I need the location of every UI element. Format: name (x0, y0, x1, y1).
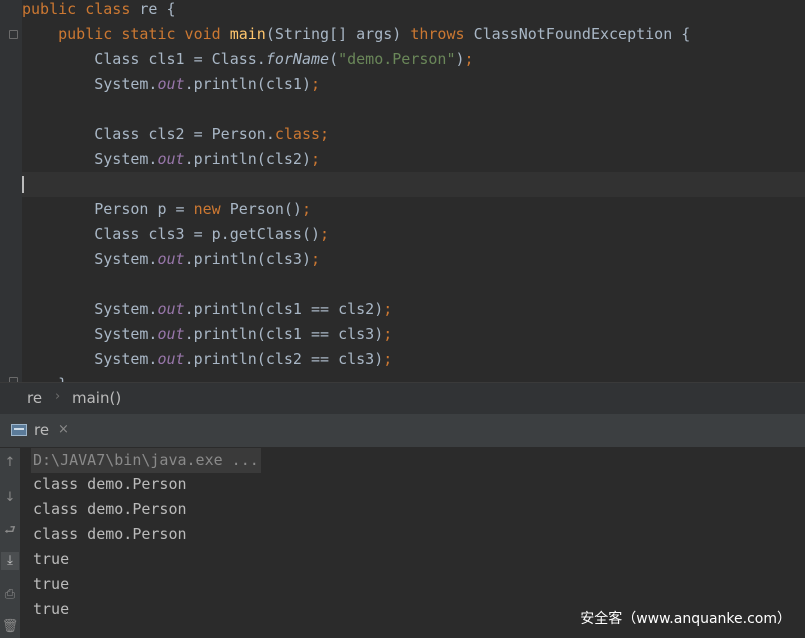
code-token: ; (383, 325, 393, 343)
code-token: } (22, 375, 67, 382)
run-panel-header: re × (0, 414, 805, 448)
code-token: out (157, 300, 185, 318)
code-line[interactable]: Class cls1 = Class.forName("demo.Person"… (22, 47, 474, 72)
code-line[interactable]: Class cls3 = p.getClass(); (22, 222, 329, 247)
console-command-line: D:\JAVA7\bin\java.exe ... (31, 448, 261, 473)
console-output-line: class demo.Person (33, 525, 187, 543)
code-token: System. (22, 150, 158, 168)
code-token: Person() (229, 200, 302, 218)
code-token: .println(cls2 == cls3) (184, 350, 384, 368)
code-token: main (229, 25, 266, 43)
code-token: ) (455, 50, 465, 68)
editor-gutter (0, 0, 22, 382)
code-line[interactable]: System.out.println(cls2); (22, 147, 320, 172)
run-tab-re[interactable]: re (34, 421, 49, 439)
rerun-up-icon[interactable]: ↑ (1, 454, 19, 472)
console-window-icon (11, 424, 27, 436)
code-token: ; (320, 125, 330, 143)
code-token: System. (22, 300, 158, 318)
watermark: 安全客（www.anquanke.com） (580, 611, 791, 627)
code-token: ; (383, 300, 393, 318)
code-token: ClassNotFoundException { (473, 25, 691, 43)
code-token: out (157, 250, 185, 268)
code-token: .println(cls1 == cls2) (184, 300, 384, 318)
code-line[interactable]: System.out.println(cls1 == cls3); (22, 322, 392, 347)
console-toolbar: ↑ ↓ ⮐ ⤓ ⎙ 🗑 (0, 448, 20, 638)
code-line[interactable]: } (22, 372, 67, 382)
code-token: ; (311, 150, 321, 168)
code-token: .println(cls3) (184, 250, 311, 268)
code-token: public class (22, 0, 140, 18)
code-token: Person p = (22, 200, 194, 218)
code-token: Class cls3 = p.getClass() (22, 225, 321, 243)
code-token: System. (22, 350, 158, 368)
code-line[interactable]: System.out.println(cls1 == cls2); (22, 297, 392, 322)
code-token: Class cls2 = Person. (22, 125, 275, 143)
code-token: out (157, 75, 185, 93)
code-token: .println(cls2) (184, 150, 311, 168)
current-line-highlight (22, 172, 805, 197)
print-icon[interactable]: ⎙ (1, 586, 19, 604)
breadcrumb-method[interactable]: main() (72, 389, 121, 407)
code-line[interactable]: Person p = new Person(); (22, 197, 311, 222)
code-token: forName (265, 50, 330, 68)
code-token: ; (301, 200, 311, 218)
scroll-down-icon[interactable]: ↓ (1, 489, 19, 507)
code-line[interactable]: public static void main(String[] args) t… (22, 22, 690, 47)
console-output-line: true (33, 550, 70, 568)
code-token: out (157, 150, 185, 168)
code-token: out (157, 350, 185, 368)
code-token: .println(cls1) (184, 75, 311, 93)
code-token: "demo.Person" (338, 50, 456, 68)
code-token: ; (320, 225, 330, 243)
fold-marker-icon[interactable] (9, 30, 18, 39)
code-token: ; (383, 350, 393, 368)
code-token: .println(cls1 == cls3) (184, 325, 384, 343)
console-output-line: true (33, 575, 70, 593)
console-output-line: true (33, 600, 70, 618)
code-line[interactable]: System.out.println(cls2 == cls3); (22, 347, 392, 372)
chevron-right-icon: › (55, 389, 61, 404)
code-token: throws (410, 25, 474, 43)
text-caret (22, 176, 24, 193)
code-token: public static void (58, 25, 230, 43)
console-output-line: class demo.Person (33, 475, 187, 493)
code-token: ( (329, 50, 339, 68)
scroll-to-end-icon[interactable]: ⤓ (1, 552, 19, 570)
code-token: re { (139, 0, 176, 18)
code-line[interactable]: System.out.println(cls1); (22, 72, 320, 97)
code-line[interactable]: System.out.println(cls3); (22, 247, 320, 272)
code-token: out (157, 325, 185, 343)
code-line[interactable]: public class re { (22, 0, 176, 22)
code-editor[interactable]: public class re { public static void mai… (0, 0, 805, 382)
code-token: new (193, 200, 230, 218)
breadcrumb-class[interactable]: re (27, 389, 42, 407)
soft-wrap-icon[interactable]: ⮐ (1, 522, 19, 540)
breadcrumb: re › main() (0, 382, 805, 415)
code-token: (String[] args) (265, 25, 411, 43)
code-token: class (274, 125, 321, 143)
code-line[interactable]: Class cls2 = Person.class; (22, 122, 329, 147)
code-token: System. (22, 250, 158, 268)
code-token: System. (22, 75, 158, 93)
console-output-line: class demo.Person (33, 500, 187, 518)
code-token: ; (464, 50, 474, 68)
code-token: ; (311, 250, 321, 268)
code-token: Class cls1 = Class. (22, 50, 266, 68)
code-token: ; (311, 75, 321, 93)
code-token: System. (22, 325, 158, 343)
trash-icon[interactable]: 🗑 (1, 618, 19, 636)
close-icon[interactable]: × (58, 422, 69, 437)
